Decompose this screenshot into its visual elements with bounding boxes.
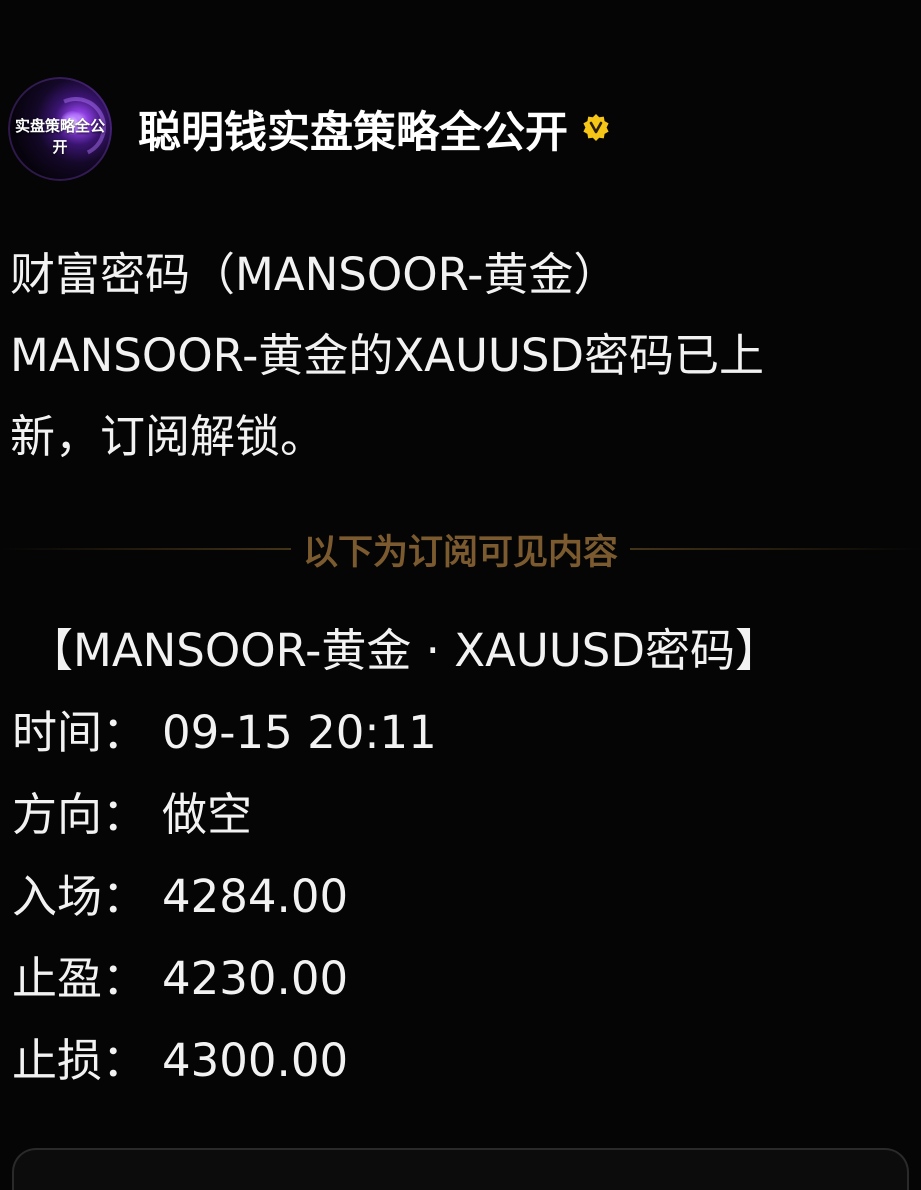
signal-value: 4300.00 xyxy=(162,1034,349,1087)
avatar-text: 实盘策略全公开 xyxy=(14,117,105,156)
signal-value: 4284.00 xyxy=(162,870,349,923)
bottom-input-bar[interactable] xyxy=(12,1148,909,1190)
intro-line: 新，订阅解锁。 xyxy=(10,410,326,463)
channel-avatar[interactable]: 实盘策略全公开 xyxy=(8,77,112,181)
signal-value: 09-15 20:11 xyxy=(162,706,437,759)
signal-label: 止盈： xyxy=(12,952,148,1005)
intro-text: 财富密码（MANSOOR-黄金） MANSOOR-黄金的XAUUSD密码已上 新… xyxy=(10,234,890,477)
signal-label: 方向： xyxy=(12,788,148,841)
intro-line: MANSOOR-黄金的XAUUSD密码已上 xyxy=(10,329,765,382)
intro-line: 财富密码（MANSOOR-黄金） xyxy=(10,248,619,301)
signal-title: 【MANSOOR-黄金 · XAUUSD密码】 xyxy=(28,624,780,677)
trade-signal: 【MANSOOR-黄金 · XAUUSD密码】 时间： 09-15 20:11 … xyxy=(12,610,912,1102)
divider-line-right xyxy=(630,548,921,550)
signal-row-entry: 入场： 4284.00 xyxy=(12,856,912,938)
signal-value: 做空 xyxy=(162,788,253,841)
signal-row-time: 时间： 09-15 20:11 xyxy=(12,692,912,774)
signal-row-take-profit: 止盈： 4230.00 xyxy=(12,938,912,1020)
signal-label: 止损： xyxy=(12,1034,148,1087)
channel-name[interactable]: 聪明钱实盘策略全公开 xyxy=(138,98,568,160)
signal-label: 时间： xyxy=(12,706,148,759)
divider-line-left xyxy=(0,548,291,550)
channel-header[interactable]: 实盘策略全公开 聪明钱实盘策略全公开 xyxy=(8,76,610,182)
divider-label: 以下为订阅可见内容 xyxy=(303,532,619,573)
verified-badge-icon xyxy=(583,114,609,141)
signal-label: 入场： xyxy=(12,870,148,923)
subscriber-content-divider: 以下为订阅可见内容 xyxy=(0,522,921,576)
signal-row-direction: 方向： 做空 xyxy=(12,774,912,856)
signal-value: 4230.00 xyxy=(162,952,349,1005)
signal-row-stop-loss: 止损： 4300.00 xyxy=(12,1020,912,1102)
